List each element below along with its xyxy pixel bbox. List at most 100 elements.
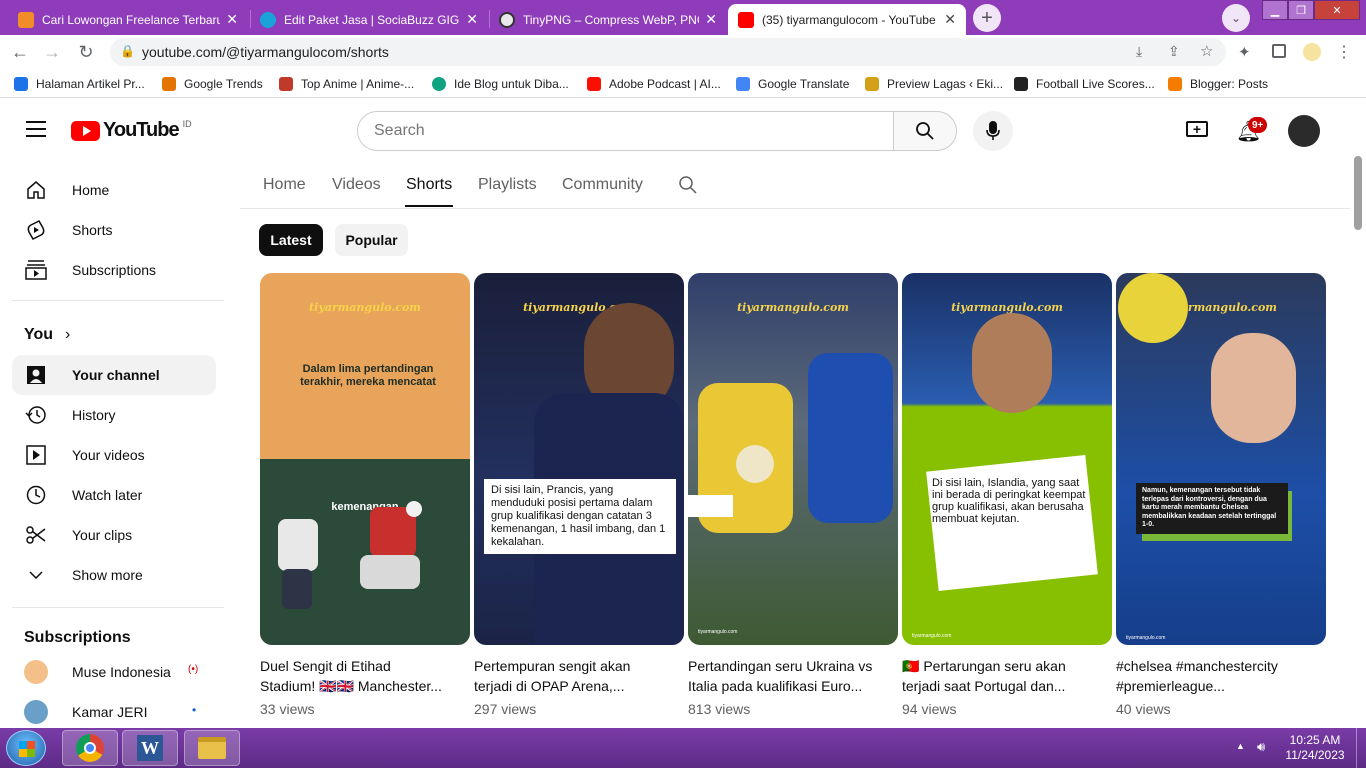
sidebar-item-subscription[interactable]: Muse Indonesia (•) — [12, 652, 216, 692]
minimize-button[interactable]: ▁ — [1262, 0, 1288, 20]
clock-date: 11/24/2023 — [1285, 748, 1345, 762]
taskbar-chrome-button[interactable] — [62, 730, 118, 766]
taskbar-word-button[interactable]: W — [122, 730, 178, 766]
short-title[interactable]: Duel Sengit di Etihad Stadium! 🇬🇧🇬🇧 Manch… — [260, 656, 460, 696]
channel-avatar — [24, 700, 48, 724]
short-title[interactable]: #chelsea #manchestercity #premierleague..… — [1116, 656, 1316, 696]
tab-close-icon[interactable]: ✕ — [466, 11, 478, 28]
profile-extension-icon[interactable] — [1303, 43, 1321, 61]
install-app-icon[interactable]: ⤓ — [1136, 43, 1142, 60]
short-thumbnail[interactable]: tiyarmangulo.com Di sisi lain, Islandia,… — [902, 273, 1112, 645]
create-video-icon[interactable]: + — [1186, 121, 1208, 137]
short-title[interactable]: 🇵🇹 Pertarungan seru akan terjadi saat Por… — [902, 656, 1102, 696]
search-input[interactable]: Search — [357, 111, 894, 151]
tab-selected-indicator — [405, 205, 453, 207]
tab-label: Shorts — [406, 176, 453, 193]
address-bar[interactable]: 🔒 youtube.com/@tiyarmangulocom/shorts ⤓ … — [110, 38, 1226, 66]
close-window-button[interactable]: ✕ — [1314, 0, 1360, 20]
folder-icon — [198, 737, 226, 759]
tab-label: Videos — [332, 176, 381, 193]
chip-latest[interactable]: Latest — [259, 224, 323, 256]
short-thumbnail[interactable]: tiyarmangulo.com tiyarmangulo.com — [688, 273, 898, 645]
share-icon[interactable]: ⇪ — [1168, 43, 1180, 60]
channel-search-icon[interactable] — [678, 175, 698, 200]
tab-home[interactable]: Home — [263, 176, 306, 194]
bookmark-favicon-icon — [279, 77, 293, 91]
short-title[interactable]: Pertandingan seru Ukraina vs Italia pada … — [688, 656, 888, 696]
short-thumbnail[interactable]: tiyarmangulo.com Dalam lima pertandingan… — [260, 273, 470, 645]
bookmark-item[interactable]: Google Translate — [736, 75, 849, 93]
bookmark-item[interactable]: Halaman Artikel Pr... — [14, 75, 145, 93]
tab-close-icon[interactable]: ✕ — [944, 11, 956, 28]
start-button[interactable] — [6, 730, 46, 766]
side-panel-icon[interactable] — [1272, 44, 1286, 58]
short-title[interactable]: Pertempuran sengit akan terjadi di OPAP A… — [474, 656, 674, 696]
show-hidden-icons-icon[interactable]: ▲ — [1236, 741, 1245, 751]
more-menu-icon[interactable]: ⋮ — [1336, 42, 1352, 62]
maximize-button[interactable]: ❐ — [1288, 0, 1314, 20]
bookmark-favicon-icon — [865, 77, 879, 91]
bookmark-item[interactable]: Ide Blog untuk Diba... — [432, 75, 569, 93]
sidebar-item-history[interactable]: History — [12, 395, 216, 435]
system-clock[interactable]: 10:25 AM 11/24/2023 — [1280, 733, 1350, 763]
title-line: terjadi saat Portugal dan... — [902, 678, 1066, 694]
tab-playlists[interactable]: Playlists — [478, 176, 537, 194]
taskbar-explorer-button[interactable] — [184, 730, 240, 766]
browser-tab-active[interactable]: (35) tiyarmangulocom - YouTube ✕ — [728, 4, 966, 35]
sidebar-item-your-channel[interactable]: Your channel — [12, 355, 216, 395]
bookmark-label: Halaman Artikel Pr... — [36, 77, 145, 91]
minimize-icon: ▁ — [1270, 4, 1280, 17]
chip-popular[interactable]: Popular — [335, 224, 408, 256]
back-button[interactable]: ← — [8, 40, 32, 64]
tab-label: Community — [562, 176, 643, 193]
extensions-icon[interactable]: ✦ — [1238, 43, 1251, 61]
hamburger-menu-icon[interactable] — [26, 121, 46, 137]
page-scrollbar[interactable] — [1354, 156, 1362, 230]
bookmark-star-icon[interactable]: ☆ — [1200, 42, 1213, 60]
sidebar-item-subscriptions[interactable]: Subscriptions — [12, 250, 216, 290]
scissors-icon — [24, 523, 48, 547]
sidebar-item-home[interactable]: Home — [12, 170, 216, 210]
tab-videos[interactable]: Videos — [332, 176, 381, 194]
tab-shorts[interactable]: Shorts — [406, 176, 452, 194]
tab-search-button[interactable]: ⌄ — [1222, 4, 1250, 32]
volume-icon[interactable]: 🔊︎ — [1257, 739, 1265, 755]
show-desktop-button[interactable] — [1356, 728, 1366, 768]
tab-close-icon[interactable]: ✕ — [705, 11, 717, 28]
browser-tab[interactable]: Edit Paket Jasa | SociaBuzz GIGS ✕ — [250, 4, 488, 35]
bookmark-item[interactable]: Football Live Scores... — [1014, 75, 1155, 93]
sidebar-you-heading[interactable]: You › — [24, 326, 70, 344]
avatar[interactable] — [1288, 115, 1320, 147]
youtube-logo[interactable]: YouTube ID — [71, 119, 192, 142]
bookmark-item[interactable]: Preview Lagas ‹ Eki... — [865, 75, 1003, 93]
bookmark-favicon-icon — [1168, 77, 1182, 91]
short-thumbnail[interactable]: tiyarmangulo.com Di sisi lain, Prancis, … — [474, 273, 684, 645]
bookmark-item[interactable]: Adobe Podcast | AI... — [587, 75, 721, 93]
view-count: 33 views — [260, 701, 315, 717]
tab-community[interactable]: Community — [562, 176, 643, 194]
bookmark-item[interactable]: Top Anime | Anime-... — [279, 75, 414, 93]
browser-tab[interactable]: Cari Lowongan Freelance Terbaru ✕ — [8, 4, 248, 35]
browser-tab[interactable]: TinyPNG – Compress WebP, PNG ✕ — [489, 4, 727, 35]
new-tab-button[interactable]: + — [973, 4, 1001, 32]
forward-button[interactable]: → — [40, 40, 64, 64]
short-thumbnail[interactable]: tiyarmangulo.com Namun, kemenangan terse… — [1116, 273, 1326, 645]
sidebar-item-watch-later[interactable]: Watch later — [12, 475, 216, 515]
football — [406, 501, 422, 517]
section-heading: Subscriptions — [24, 629, 131, 646]
sidebar-item-show-more[interactable]: Show more — [12, 555, 216, 595]
sidebar-item-shorts[interactable]: Shorts — [12, 210, 216, 250]
thumbnail-footer: tiyarmangulo.com — [698, 629, 738, 635]
watermark-text: tiyarmangulo.com — [309, 301, 421, 314]
bookmark-item[interactable]: Blogger: Posts — [1168, 75, 1268, 93]
reload-button[interactable]: ↻ — [74, 40, 98, 64]
sidebar-item-your-videos[interactable]: Your videos — [12, 435, 216, 475]
voice-search-button[interactable] — [973, 111, 1013, 151]
sidebar-item-your-clips[interactable]: Your clips — [12, 515, 216, 555]
bookmark-item[interactable]: Google Trends — [162, 75, 263, 93]
search-button[interactable] — [893, 111, 957, 151]
sidebar-item-subscription[interactable]: Kamar JERI • — [12, 692, 216, 732]
bookmark-label: Top Anime | Anime-... — [301, 77, 415, 91]
title-line: Pertandingan seru Ukraina vs — [688, 658, 873, 674]
tab-close-icon[interactable]: ✕ — [226, 11, 238, 28]
